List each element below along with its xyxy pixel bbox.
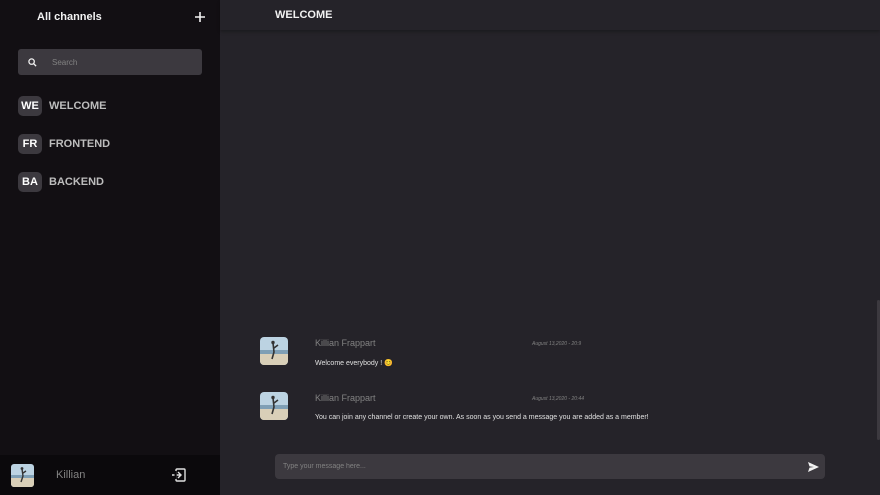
user-footer: Killian (0, 455, 220, 495)
search-input[interactable] (46, 57, 202, 67)
channel-item-welcome[interactable]: WE WELCOME (18, 96, 110, 116)
main-panel: WELCOME Killian Frappart August 13,2020 … (220, 0, 880, 495)
search-icon (18, 57, 46, 67)
message-avatar[interactable] (260, 392, 288, 420)
message-author: Killian Frappart (315, 338, 376, 348)
message-composer (275, 454, 825, 479)
sidebar-header: All channels (0, 0, 220, 34)
channel-name: WELCOME (49, 100, 107, 112)
search-box[interactable] (18, 49, 202, 75)
add-channel-button[interactable] (194, 8, 206, 26)
send-button[interactable] (801, 454, 825, 479)
message-author: Killian Frappart (315, 393, 376, 403)
channel-item-frontend[interactable]: FR FRONTEND (18, 134, 110, 154)
channel-badge: FR (18, 134, 42, 154)
message-avatar[interactable] (260, 337, 288, 365)
user-avatar[interactable] (11, 463, 34, 487)
top-bar: WELCOME (220, 0, 880, 30)
logout-icon[interactable] (171, 467, 187, 483)
channel-name: BACKEND (49, 176, 104, 188)
channel-name: FRONTEND (49, 138, 111, 150)
sidebar-title: All channels (37, 11, 102, 23)
user-name: Killian (56, 469, 86, 481)
message-timestamp: August 13,2020 - 20:44 (532, 396, 584, 402)
channel-item-backend[interactable]: BA BACKEND (18, 172, 110, 192)
channel-list: WE WELCOME FR FRONTEND BA BACKEND (18, 96, 110, 210)
message-input[interactable] (283, 463, 801, 470)
sidebar: All channels WE WELCOME FR FRONTEND BA B… (0, 0, 220, 495)
message-list: Killian Frappart August 13,2020 - 20:9 W… (260, 336, 860, 446)
channel-title: WELCOME (275, 9, 333, 21)
channel-badge: WE (18, 96, 42, 116)
message-timestamp: August 13,2020 - 20:9 (532, 341, 582, 347)
send-icon (807, 461, 819, 472)
message-text: Welcome everybody ! 😊 (315, 360, 393, 367)
message-item: Killian Frappart August 13,2020 - 20:44 … (260, 391, 860, 446)
message-item: Killian Frappart August 13,2020 - 20:9 W… (260, 336, 860, 391)
plus-icon (195, 12, 205, 22)
channel-badge: BA (18, 172, 42, 192)
message-text: You can join any channel or create your … (315, 414, 649, 421)
